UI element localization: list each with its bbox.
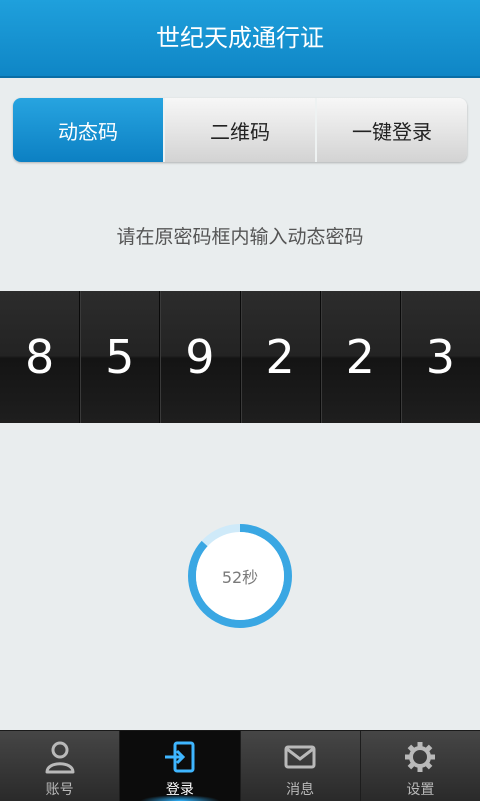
bottom-nav: 账号 登录 消息 设置: [0, 730, 480, 801]
tab-one-click-login[interactable]: 一键登录: [315, 98, 467, 162]
tab-label: 二维码: [210, 119, 270, 144]
instruction-text: 请在原密码框内输入动态密码: [116, 226, 364, 248]
title-bar: 世纪天成通行证: [0, 0, 480, 78]
account-icon: [45, 741, 75, 774]
nav-item-account[interactable]: 账号: [0, 731, 119, 801]
auth-method-tabs: 动态码 二维码 一键登录: [13, 98, 467, 162]
nav-label: 登录: [165, 782, 194, 798]
tab-qr-code[interactable]: 二维码: [163, 98, 315, 162]
nav-item-login[interactable]: 登录: [119, 731, 240, 801]
tab-label: 动态码: [58, 119, 118, 144]
nav-item-messages[interactable]: 消息: [239, 731, 360, 801]
code-digit: 2: [239, 291, 320, 423]
nav-item-settings[interactable]: 设置: [359, 731, 480, 801]
code-digit: 9: [159, 291, 240, 423]
tab-label: 一键登录: [352, 119, 432, 144]
dynamic-code-display: 8 5 9 2 2 3: [0, 291, 480, 423]
nav-label: 设置: [406, 782, 435, 798]
code-digit: 5: [79, 291, 160, 423]
tab-dynamic-code[interactable]: 动态码: [13, 98, 163, 162]
app-title: 世纪天成通行证: [156, 24, 324, 52]
code-digit: 8: [0, 291, 80, 423]
settings-icon: [405, 742, 436, 772]
countdown-label: 52秒: [221, 568, 259, 587]
code-digit: 2: [319, 291, 400, 423]
nav-label: 账号: [45, 782, 74, 798]
login-icon: [164, 741, 195, 773]
countdown-timer: 52秒: [184, 520, 296, 632]
code-digit: 3: [399, 291, 480, 423]
nav-label: 消息: [286, 782, 315, 798]
message-icon: [284, 745, 316, 769]
